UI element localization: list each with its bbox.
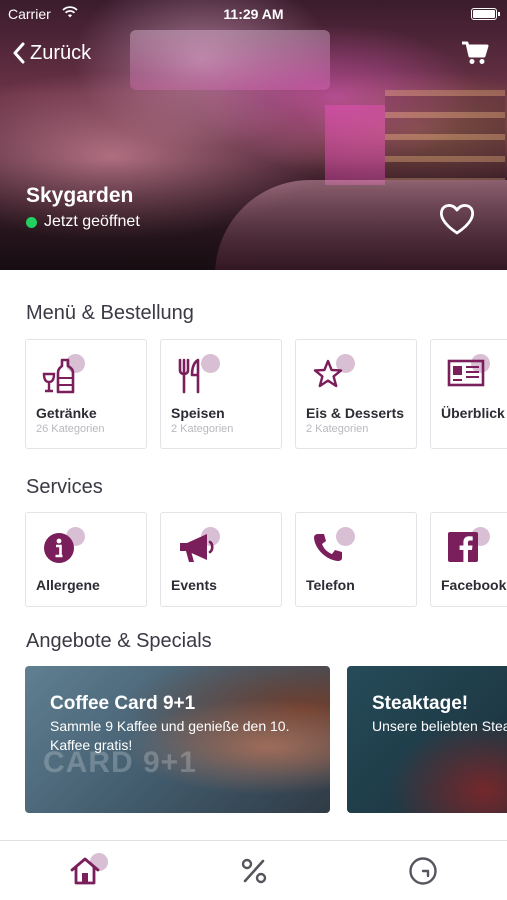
star-icon [313, 359, 343, 388]
favorite-button[interactable] [438, 202, 476, 241]
tab-offers[interactable] [169, 841, 338, 900]
service-tile-label: Facebook [441, 577, 507, 593]
menu-tile-food[interactable]: Speisen 2 Kategorien [160, 339, 282, 449]
tab-bar [0, 840, 507, 900]
service-tile-label: Events [171, 577, 217, 593]
back-button-label: Zurück [30, 41, 92, 64]
menu-tile-label: Speisen [171, 405, 225, 421]
menu-tile-label: Eis & Desserts [306, 405, 405, 421]
hero-ceiling-light [130, 30, 330, 90]
menu-book-icon [447, 359, 485, 387]
status-bar: Carrier 11:29 AM [0, 0, 507, 28]
open-status-dot [26, 216, 37, 228]
service-tile-phone[interactable]: Telefon [295, 512, 417, 607]
chevron-left-icon [13, 42, 25, 64]
menu-tile-drinks[interactable]: Getränke 26 Kategorien [25, 339, 147, 449]
menu-tile-subtitle: 2 Kategorien [306, 423, 369, 435]
offer-title: Coffee Card 9+1 [50, 693, 196, 714]
menu-tile-label: Überblick [441, 405, 505, 421]
tab-home[interactable] [0, 841, 169, 900]
menu-tile-desserts[interactable]: Eis & Desserts 2 Kategorien [295, 339, 417, 449]
service-tile-facebook[interactable]: Facebook [430, 512, 507, 607]
info-icon [44, 533, 74, 563]
offers-carousel: CARD 9+1 Coffee Card 9+1 Sammle 9 Kaffee… [25, 666, 507, 813]
battery-icon [471, 8, 500, 20]
services-section-title: Services [26, 476, 103, 498]
offer-description: Unsere beliebten Steaktage 14.11.2017! [372, 718, 507, 734]
facebook-icon [448, 532, 478, 562]
cutlery-icon [178, 358, 200, 394]
tab-history[interactable] [338, 841, 507, 900]
menu-tiles: Getränke 26 Kategorien Speisen 2 Kategor… [25, 339, 507, 449]
offer-title: Steaktage! [372, 693, 469, 714]
megaphone-icon [180, 534, 214, 562]
service-tile-label: Telefon [306, 577, 355, 593]
clock-icon [408, 856, 437, 885]
open-status: Jetzt geöffnet [26, 213, 140, 231]
home-icon [70, 857, 99, 884]
venue-hero-image: Carrier 11:29 AM Zurück Skygarden Jetzt … [0, 0, 507, 270]
offer-card-steak[interactable]: Steaktage! Unsere beliebten Steaktage 14… [347, 666, 507, 813]
phone-icon [314, 534, 342, 561]
services-tiles: Allergene Events Telefon Facebook [25, 512, 507, 607]
menu-tile-overview[interactable]: Überblick [430, 339, 507, 449]
offer-description: Sammle 9 Kaffee und genieße den 10. Kaff… [50, 718, 290, 753]
percent-icon [241, 858, 266, 883]
cart-button[interactable] [461, 40, 489, 71]
menu-tile-subtitle: 2 Kategorien [171, 423, 234, 435]
service-tile-events[interactable]: Events [160, 512, 282, 607]
drinks-icon [42, 358, 75, 394]
offer-card-coffee[interactable]: CARD 9+1 Coffee Card 9+1 Sammle 9 Kaffee… [25, 666, 330, 813]
venue-name: Skygarden [26, 184, 134, 207]
service-tile-label: Allergene [36, 577, 100, 593]
offer-image-shade [347, 666, 507, 813]
heart-icon [439, 204, 475, 235]
menu-section-title: Menü & Bestellung [26, 302, 194, 324]
cart-icon [462, 41, 489, 64]
status-time: 11:29 AM [223, 6, 284, 22]
open-status-label: Jetzt geöffnet [44, 213, 140, 230]
service-tile-allergens[interactable]: Allergene [25, 512, 147, 607]
menu-tile-label: Getränke [36, 405, 97, 421]
offers-section-title: Angebote & Specials [26, 630, 212, 652]
back-button[interactable]: Zurück [12, 38, 91, 68]
menu-tile-subtitle: 26 Kategorien [36, 423, 105, 435]
